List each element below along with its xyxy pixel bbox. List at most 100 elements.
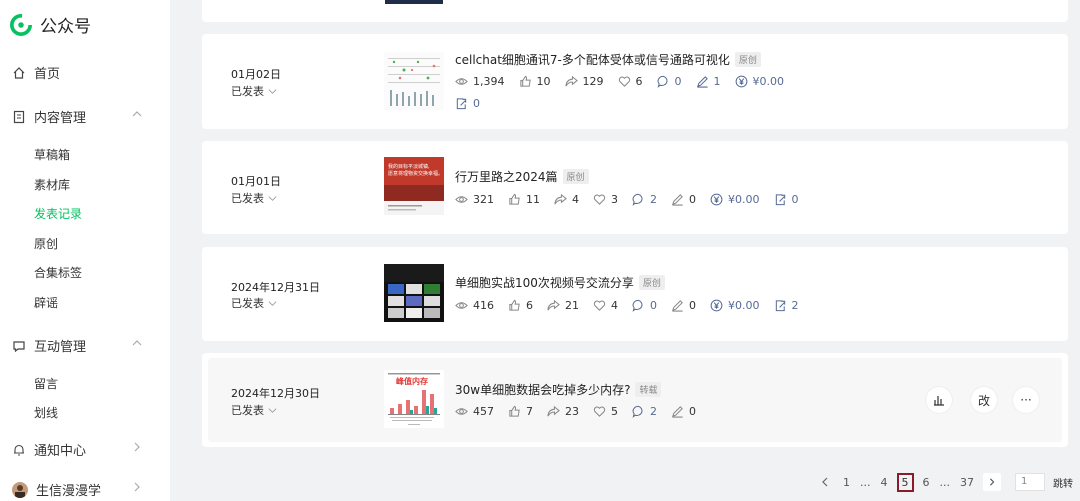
account-menu[interactable]: 生信漫漫学 (12, 480, 162, 499)
stat-saves-value: 0 (473, 97, 480, 110)
stat-likes: 11 (508, 193, 540, 206)
page-4[interactable]: 4 (881, 476, 888, 489)
stat-notes: 0 (671, 405, 696, 418)
nav-publish-records[interactable]: 发表记录 (34, 205, 82, 222)
nav-notifications[interactable]: 通知中心 (12, 440, 162, 459)
post-title[interactable]: cellchat细胞通讯7-多个配体受体或信号通路可视化 (455, 51, 730, 68)
edit-button[interactable]: 改 (971, 387, 997, 413)
post-title-row: 30w单细胞数据会吃掉多少内存? 转载 (455, 381, 662, 398)
chevron-down-icon (268, 88, 277, 94)
post-status[interactable]: 已发表 (231, 295, 277, 311)
nav-rumor-refute[interactable]: 辟谣 (34, 294, 58, 311)
post-card[interactable]: 01月01日 已发表 我的目标平淡城镇, 愿意将理物资交换幸福。 行万里路之20… (202, 141, 1068, 234)
page-37[interactable]: 37 (960, 476, 974, 489)
post-thumbnail[interactable] (384, 264, 444, 322)
stat-comments[interactable]: 0 (657, 75, 682, 88)
yen-icon (735, 75, 747, 88)
next-page-button[interactable] (983, 473, 1001, 491)
eye-icon (455, 196, 468, 203)
stat-reward[interactable]: ¥0.00 (710, 193, 760, 206)
page-ellipsis-left[interactable]: ... (860, 476, 871, 489)
post-status-label: 已发表 (231, 297, 264, 310)
eye-icon (455, 408, 468, 415)
stat-favorites-value: 3 (611, 193, 618, 206)
stat-likes-value: 7 (526, 405, 533, 418)
stat-shares: 4 (554, 193, 579, 206)
stat-likes-value: 11 (526, 193, 540, 206)
post-status[interactable]: 已发表 (231, 83, 277, 99)
post-badge: 原创 (638, 275, 665, 290)
nav-content-management[interactable]: 内容管理 (12, 107, 162, 126)
nav-home[interactable]: 首页 (12, 63, 162, 82)
stat-comments[interactable]: 0 (632, 299, 657, 312)
post-title[interactable]: 30w单细胞数据会吃掉多少内存? (455, 381, 630, 398)
chevron-down-icon (268, 300, 277, 306)
pen-icon (696, 76, 708, 88)
nav-drafts[interactable]: 草稿箱 (34, 146, 70, 163)
stat-notes[interactable]: 1 (696, 75, 721, 88)
nav-notifications-label: 通知中心 (34, 444, 87, 459)
post-card[interactable]: 2024年12月30日 已发表 峰值内存 30w单细胞数据会吃掉多少内存? 转载… (202, 353, 1068, 447)
thumbs-up-icon (509, 299, 520, 311)
stat-favorites: 6 (618, 75, 643, 88)
more-button[interactable]: ··· (1013, 387, 1039, 413)
post-stats-extra: 0 (455, 97, 494, 110)
stat-likes-value: 6 (526, 299, 533, 312)
eye-icon (455, 302, 468, 309)
chevron-left-icon[interactable] (820, 477, 830, 487)
nav-collection-tags[interactable]: 合集标签 (34, 264, 82, 281)
post-thumbnail[interactable]: 我的目标平淡城镇, 愿意将理物资交换幸福。 (384, 157, 444, 215)
post-card[interactable]: 2024年12月31日 已发表 单细胞实战100次视频号交流分享 原创 416 … (202, 247, 1068, 341)
nav-home-label: 首页 (34, 67, 61, 82)
post-title[interactable]: 单细胞实战100次视频号交流分享 (455, 274, 634, 291)
page-jump-input[interactable]: 1 (1015, 473, 1045, 491)
post-title[interactable]: 行万里路之2024篇 (455, 168, 558, 185)
nav-interaction-management[interactable]: 互动管理 (12, 336, 162, 355)
page-jump-button[interactable]: 跳转 (1053, 475, 1073, 490)
data-analysis-button[interactable] (926, 387, 952, 413)
stat-saves[interactable]: 0 (774, 193, 799, 206)
stat-comments[interactable]: 2 (632, 405, 657, 418)
page-6[interactable]: 6 (923, 476, 930, 489)
post-status-label: 已发表 (231, 192, 264, 205)
stat-saves[interactable]: 2 (774, 299, 799, 312)
post-date: 01月02日 (231, 68, 281, 81)
chevron-down-icon (268, 195, 277, 201)
page-1[interactable]: 1 (843, 476, 850, 489)
stat-comments[interactable]: 2 (632, 193, 657, 206)
page-ellipsis-right[interactable]: ... (940, 476, 951, 489)
post-thumbnail[interactable] (384, 52, 444, 110)
bookmark-export-icon (775, 194, 785, 206)
share-icon (547, 299, 560, 311)
stat-favorites: 4 (593, 299, 618, 312)
stat-favorites-value: 6 (635, 75, 643, 88)
post-thumbnail[interactable]: 峰值内存 (384, 370, 444, 428)
page-current[interactable]: 5 (896, 472, 914, 492)
avatar (12, 481, 28, 498)
stat-saves[interactable]: 0 (455, 97, 480, 110)
stat-favorites-value: 4 (611, 299, 618, 312)
app-logo[interactable]: 公众号 (10, 12, 91, 37)
chat-icon (13, 340, 25, 352)
post-stats: 321 11 4 3 2 0 ¥0.00 0 (455, 193, 813, 206)
heart-icon (618, 76, 630, 87)
stat-reward[interactable]: ¥0.00 (735, 75, 785, 88)
post-status[interactable]: 已发表 (231, 402, 277, 418)
post-status[interactable]: 已发表 (231, 190, 277, 206)
nav-materials[interactable]: 素材库 (34, 176, 70, 193)
app-name: 公众号 (40, 17, 91, 37)
pagination: 1 ... 4 5 6 ... 37 1 跳转 (820, 471, 1073, 493)
bookmark-export-icon (456, 98, 467, 110)
stat-favorites: 3 (593, 193, 618, 206)
stat-reward-value: ¥0.00 (752, 75, 785, 88)
thumbs-up-icon (519, 75, 531, 87)
post-card[interactable]: 01月02日 已发表 cellchat细胞通讯7-多个配体受体或信号通路可视化 … (202, 34, 1068, 129)
post-title-row: 行万里路之2024篇 原创 (455, 168, 589, 185)
stat-reward[interactable]: ¥0.00 (710, 299, 760, 312)
thumbs-up-icon (509, 193, 520, 205)
document-icon (13, 110, 25, 123)
nav-original[interactable]: 原创 (34, 235, 58, 252)
nav-highlights[interactable]: 划线 (34, 404, 58, 421)
chevron-right-icon (990, 478, 995, 486)
nav-comments[interactable]: 留言 (34, 375, 58, 392)
